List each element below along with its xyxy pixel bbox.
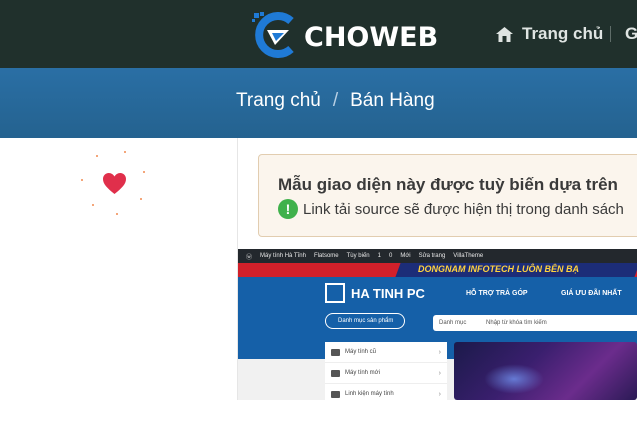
admin-bar-item: 1 bbox=[377, 253, 381, 259]
nav-label-home: Trang chủ bbox=[522, 24, 604, 43]
sparkle-dot bbox=[143, 171, 145, 173]
breadcrumb-bar: Trang chủ / Bán Hàng bbox=[0, 68, 637, 138]
notice-line: ! Link tải source sẽ được hiện thị trong… bbox=[278, 199, 624, 219]
promo-text: DONGNAM INFOTECH LUÔN BÊN BẠ bbox=[418, 264, 579, 274]
admin-bar-item: Máy tính Hà Tĩnh bbox=[260, 253, 306, 259]
shop-search: Danh mục Nhập từ khóa tìm kiếm bbox=[433, 315, 637, 331]
breadcrumb-separator: / bbox=[332, 90, 339, 111]
nav-item-home[interactable]: Trang chủ bbox=[495, 22, 603, 46]
menu-item-label: Linh kiện máy tính bbox=[345, 391, 394, 397]
breadcrumb-item-home[interactable]: Trang chủ bbox=[236, 90, 321, 112]
admin-bar-item: Flatsome bbox=[313, 253, 339, 259]
promo-banner: DONGNAM INFOTECH LUÔN BÊN BẠ bbox=[238, 263, 637, 277]
sparkle-dot bbox=[92, 204, 94, 206]
admin-bar-item: Mới bbox=[400, 253, 411, 259]
search-placeholder: Nhập từ khóa tìm kiếm bbox=[486, 320, 547, 326]
chevron-right-icon: › bbox=[438, 369, 441, 377]
shop-logo-icon bbox=[325, 283, 345, 303]
category-button: Danh mục sản phẩm bbox=[325, 313, 405, 329]
shop-link-deals: GIÁ ƯU ĐÃI NHẤT bbox=[561, 290, 622, 297]
admin-bar-item: Sửa trang bbox=[418, 253, 446, 259]
sparkle-dot bbox=[124, 151, 126, 153]
shop-name: HA TINH PC bbox=[351, 286, 425, 301]
logo-text: CHOWEB bbox=[304, 22, 439, 53]
chevron-right-icon: › bbox=[438, 390, 441, 398]
computer-icon bbox=[331, 369, 340, 377]
template-notice: Mẫu giao diện này được tuỳ biến dựa trên… bbox=[258, 154, 637, 237]
admin-bar-item: 0 bbox=[388, 253, 393, 259]
menu-item: Máy tính mới › bbox=[325, 363, 447, 384]
shop-category-menu: Máy tính cũ › Máy tính mới › Linh kiện m… bbox=[325, 342, 447, 400]
menu-item: Linh kiện máy tính › bbox=[325, 384, 447, 400]
breadcrumb: Trang chủ / Bán Hàng bbox=[236, 90, 435, 112]
choweb-logo-icon bbox=[252, 12, 294, 58]
sparkle-dot bbox=[96, 155, 98, 157]
heart-like[interactable] bbox=[80, 150, 150, 220]
sparkle-dot bbox=[140, 198, 142, 200]
admin-bar-item: VillaTheme bbox=[453, 253, 484, 259]
menu-item: Máy tính cũ › bbox=[325, 342, 447, 363]
notice-text: Link tải source sẽ được hiện thị trong d… bbox=[303, 200, 624, 218]
nav-divider bbox=[610, 26, 611, 42]
site-header: CHOWEB Trang chủ G bbox=[0, 0, 637, 68]
exclamation-icon: ! bbox=[278, 199, 298, 219]
admin-bar-item: Tùy biến bbox=[346, 253, 370, 259]
sparkle-dot bbox=[81, 179, 83, 181]
sparkle-dot bbox=[116, 213, 118, 215]
template-preview-image[interactable]: ⓦ Máy tính Hà Tĩnh Flatsome Tùy biến 1 0… bbox=[238, 249, 637, 400]
chevron-right-icon: › bbox=[438, 348, 441, 356]
shop-hero-banner bbox=[454, 342, 637, 400]
site-logo[interactable]: CHOWEB bbox=[251, 12, 438, 58]
shop-link-installment: HỖ TRỢ TRẢ GÓP bbox=[466, 290, 528, 297]
wordpress-icon: ⓦ bbox=[246, 254, 253, 261]
menu-item-label: Máy tính mới bbox=[345, 370, 380, 376]
notice-title: Mẫu giao diện này được tuỳ biến dựa trên bbox=[278, 175, 618, 194]
home-icon bbox=[496, 26, 513, 42]
heart-icon bbox=[103, 173, 126, 194]
banner-glow bbox=[484, 364, 544, 394]
menu-item-label: Máy tính cũ bbox=[345, 349, 377, 355]
search-category: Danh mục bbox=[439, 320, 467, 326]
wp-admin-bar: ⓦ Máy tính Hà Tĩnh Flatsome Tùy biến 1 0… bbox=[238, 249, 637, 263]
computer-icon bbox=[331, 348, 340, 356]
breadcrumb-item-current: Bán Hàng bbox=[350, 90, 435, 111]
computer-icon bbox=[331, 390, 340, 398]
nav-item-next[interactable]: G bbox=[625, 24, 637, 44]
